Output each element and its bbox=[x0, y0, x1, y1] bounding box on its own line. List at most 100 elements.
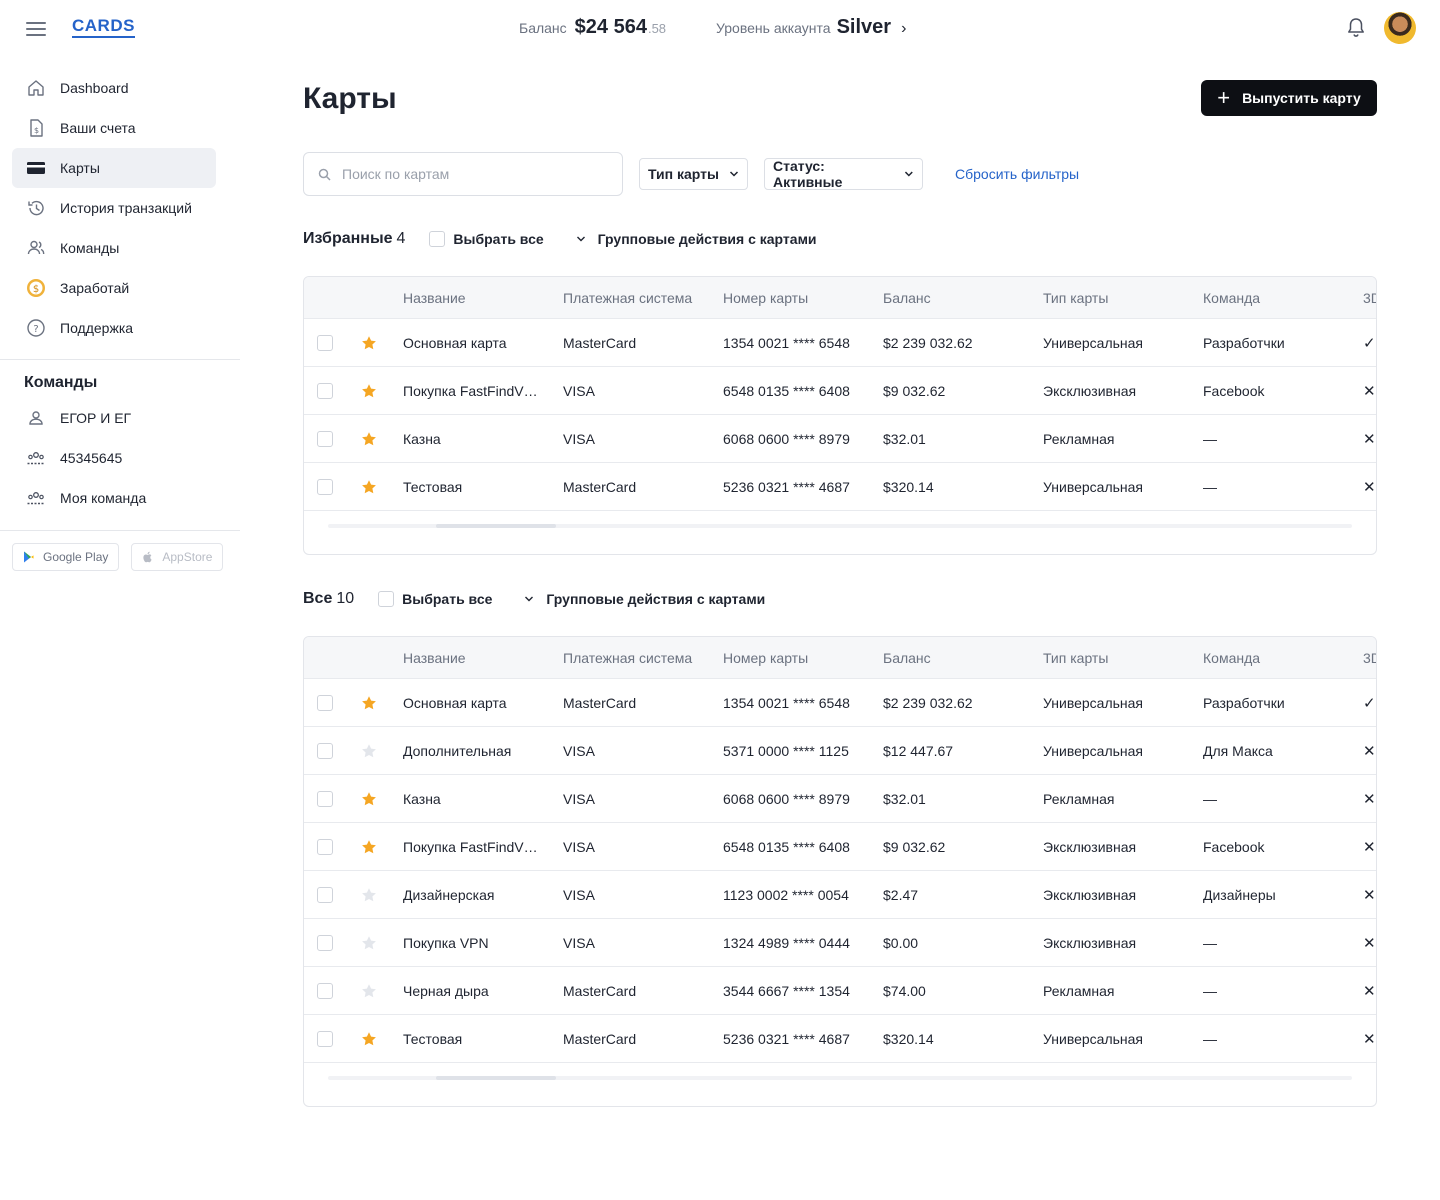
table-row[interactable]: Дизайнерская VISA 1123 0002 **** 0054 $2.47… bbox=[304, 871, 1376, 919]
column-header-3ds[interactable]: 3DS bbox=[1363, 650, 1376, 666]
sidebar-item-accounts[interactable]: $ Ваши счета bbox=[12, 108, 216, 148]
status-filter[interactable]: Статус: Активные bbox=[764, 158, 923, 190]
row-checkbox[interactable] bbox=[317, 430, 333, 447]
sidebar-item-teams[interactable]: Команды bbox=[12, 228, 216, 268]
column-header-system[interactable]: Платежная система bbox=[563, 650, 692, 666]
table-row[interactable]: Черная дыра MasterCard 3544 6667 **** 1354… bbox=[304, 967, 1376, 1015]
cross-icon: ✕ bbox=[1363, 382, 1376, 400]
table-row[interactable]: Покупка VPN VISA 1324 4989 **** 0444 $0.00 Э… bbox=[304, 919, 1376, 967]
horizontal-scrollbar[interactable] bbox=[304, 511, 1376, 554]
google-play-button[interactable]: Google Play bbox=[12, 543, 120, 571]
sidebar-item-dashboard[interactable]: Dashboard bbox=[12, 68, 216, 108]
table-row[interactable]: Казна VISA 6068 0600 **** 8979 $32.01 Реклам… bbox=[304, 775, 1376, 823]
row-checkbox[interactable] bbox=[317, 382, 333, 399]
column-header-number[interactable]: Номер карты bbox=[723, 290, 808, 306]
table-row[interactable]: Тестовая MasterCard 5236 0321 **** 4687 $32… bbox=[304, 1015, 1376, 1063]
payment-system: VISA bbox=[563, 886, 595, 903]
star-filled-icon[interactable] bbox=[361, 431, 377, 447]
card-number: 1123 0002 **** 0054 bbox=[723, 886, 849, 903]
account-level-link[interactable]: Уровень аккаунта Silver › bbox=[716, 16, 906, 39]
sidebar-item-earn[interactable]: $ Заработай bbox=[12, 268, 216, 308]
row-checkbox[interactable] bbox=[317, 790, 333, 807]
star-filled-icon[interactable] bbox=[361, 479, 377, 495]
sidebar-item-label: Карты bbox=[60, 160, 100, 176]
select-all-checkbox[interactable] bbox=[429, 231, 446, 247]
table-row[interactable]: Основная карта MasterCard 1354 0021 **** 6… bbox=[304, 319, 1376, 367]
star-filled-icon[interactable] bbox=[361, 791, 377, 807]
card-name: Покупка VPN bbox=[403, 934, 489, 951]
card-team: — bbox=[1203, 1030, 1217, 1047]
column-header-type[interactable]: Тип карты bbox=[1043, 650, 1108, 666]
star-filled-icon[interactable] bbox=[361, 1031, 377, 1047]
column-header-team[interactable]: Команда bbox=[1203, 290, 1260, 306]
app-logo[interactable]: CARDS bbox=[72, 16, 135, 38]
favorites-table: Название Платежная система Номер карты Бала… bbox=[303, 276, 1377, 555]
horizontal-scrollbar[interactable] bbox=[304, 1063, 1376, 1106]
star-filled-icon[interactable] bbox=[361, 383, 377, 399]
favorites-title-text: Избранные bbox=[303, 230, 393, 247]
card-type: Рекламная bbox=[1043, 790, 1115, 807]
scrollbar-thumb[interactable] bbox=[436, 1076, 556, 1080]
row-checkbox[interactable] bbox=[317, 694, 333, 711]
sidebar-item-cards[interactable]: Карты bbox=[12, 148, 216, 188]
issue-card-button[interactable]: + Выпустить карту bbox=[1201, 80, 1377, 116]
column-header-balance[interactable]: Баланс bbox=[883, 290, 931, 306]
app-store-button[interactable]: AppStore bbox=[131, 543, 224, 571]
cross-icon: ✕ bbox=[1363, 982, 1376, 1000]
notifications-bell-icon[interactable] bbox=[1346, 17, 1366, 39]
select-all-checkbox[interactable] bbox=[378, 591, 395, 607]
scrollbar-thumb[interactable] bbox=[436, 524, 556, 528]
column-header-name[interactable]: Название bbox=[403, 290, 543, 306]
sidebar-item-history[interactable]: История транзакций bbox=[12, 188, 216, 228]
table-row[interactable]: Дополнительная VISA 5371 0000 **** 1125 $12… bbox=[304, 727, 1376, 775]
star-outline-icon[interactable] bbox=[361, 887, 377, 903]
column-header-number[interactable]: Номер карты bbox=[723, 650, 808, 666]
star-filled-icon[interactable] bbox=[361, 695, 377, 711]
row-checkbox[interactable] bbox=[317, 334, 333, 351]
row-checkbox[interactable] bbox=[317, 934, 333, 951]
column-header-3ds[interactable]: 3DS bbox=[1363, 290, 1376, 306]
star-outline-icon[interactable] bbox=[361, 983, 377, 999]
table-row[interactable]: Тестовая MasterCard 5236 0321 **** 4687 $32… bbox=[304, 463, 1376, 511]
sidebar-item-support[interactable]: ? Поддержка bbox=[12, 308, 216, 348]
favorites-bulk-actions[interactable]: Групповые действия с картами bbox=[576, 231, 817, 247]
row-checkbox[interactable] bbox=[317, 838, 333, 855]
star-outline-icon[interactable] bbox=[361, 935, 377, 951]
column-header-team[interactable]: Команда bbox=[1203, 650, 1260, 666]
star-outline-icon[interactable] bbox=[361, 743, 377, 759]
star-filled-icon[interactable] bbox=[361, 839, 377, 855]
card-type-filter[interactable]: Тип карты bbox=[639, 158, 748, 190]
search-input[interactable] bbox=[342, 166, 602, 182]
row-checkbox[interactable] bbox=[317, 982, 333, 999]
all-group-header: Все 10 Выбрать все Групповые действия с к… bbox=[303, 590, 765, 608]
card-icon bbox=[27, 162, 45, 174]
column-header-type[interactable]: Тип карты bbox=[1043, 290, 1108, 306]
user-avatar[interactable] bbox=[1384, 12, 1416, 44]
column-header-name[interactable]: Название bbox=[403, 650, 543, 666]
menu-icon[interactable] bbox=[26, 22, 46, 36]
sidebar-team-45345645[interactable]: 45345645 bbox=[12, 438, 216, 478]
card-number: 6548 0135 **** 6408 bbox=[723, 838, 850, 855]
column-header-system[interactable]: Платежная система bbox=[563, 290, 692, 306]
search-box[interactable] bbox=[303, 152, 623, 196]
table-row[interactable]: Казна VISA 6068 0600 **** 8979 $32.01 Реклам… bbox=[304, 415, 1376, 463]
sidebar-team-my-team[interactable]: Моя команда bbox=[12, 478, 216, 518]
row-checkbox[interactable] bbox=[317, 478, 333, 495]
row-checkbox[interactable] bbox=[317, 1030, 333, 1047]
sidebar-item-label: История транзакций bbox=[60, 200, 192, 216]
all-bulk-actions[interactable]: Групповые действия с картами bbox=[524, 591, 765, 607]
favorites-select-all[interactable]: Выбрать все bbox=[429, 231, 544, 247]
cross-icon: ✕ bbox=[1363, 1030, 1376, 1048]
star-filled-icon[interactable] bbox=[361, 335, 377, 351]
row-checkbox[interactable] bbox=[317, 742, 333, 759]
table-row[interactable]: Покупка FastFindVPN VISA 6548 0135 **** 64… bbox=[304, 823, 1376, 871]
sidebar-team-egor[interactable]: ЕГОР И ЕГ bbox=[12, 398, 216, 438]
row-checkbox[interactable] bbox=[317, 886, 333, 903]
reset-filters-link[interactable]: Сбросить фильтры bbox=[955, 166, 1079, 182]
table-row[interactable]: Основная карта MasterCard 1354 0021 **** 6… bbox=[304, 679, 1376, 727]
table-row[interactable]: Покупка FastFindVPN VISA 6548 0135 **** 64… bbox=[304, 367, 1376, 415]
column-header-balance[interactable]: Баланс bbox=[883, 650, 931, 666]
all-count: 10 bbox=[336, 590, 355, 607]
all-select-all[interactable]: Выбрать все bbox=[378, 591, 492, 607]
coin-icon: $ bbox=[27, 279, 45, 297]
